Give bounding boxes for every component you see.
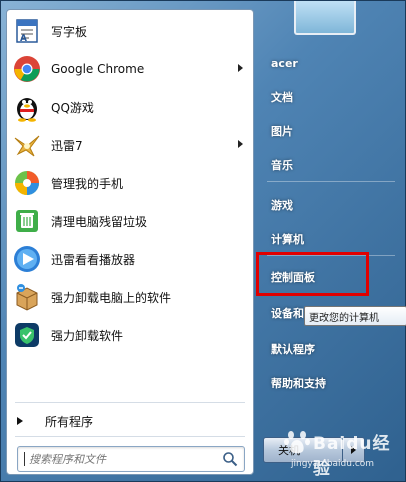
player-icon [11, 243, 43, 275]
svg-text:A: A [20, 34, 27, 44]
program-item-cleaner[interactable]: 清理电脑残留垃圾 [7, 202, 253, 240]
program-label: 清理电脑残留垃圾 [51, 214, 148, 229]
places-item-computer[interactable]: 计算机 [263, 223, 401, 255]
user-avatar[interactable] [294, 1, 356, 35]
places-item-games[interactable]: 游戏 [263, 189, 401, 221]
program-label: 写字板 [51, 24, 88, 39]
start-menu: A 写字板 Google Chrome QQ游戏 迅雷7 管理我的手机 清理电脑… [0, 0, 406, 482]
arrow-right-icon [351, 446, 356, 454]
program-list: A 写字板 Google Chrome QQ游戏 迅雷7 管理我的手机 清理电脑… [7, 12, 253, 354]
program-item-qq-game[interactable]: QQ游戏 [7, 88, 253, 126]
search-box[interactable] [17, 446, 245, 472]
divider [267, 255, 395, 256]
divider [15, 402, 245, 403]
program-item-uninstall-tool[interactable]: 强力卸载软件 [7, 316, 253, 354]
thunder-bird-icon [11, 129, 43, 161]
programs-panel: A 写字板 Google Chrome QQ游戏 迅雷7 管理我的手机 清理电脑… [6, 9, 254, 475]
submenu-arrow-icon[interactable] [238, 140, 243, 148]
places-item-control-panel[interactable]: 控制面板 [263, 261, 401, 293]
tooltip: 更改您的计算机 [304, 306, 406, 326]
divider [15, 436, 245, 437]
shutdown-button[interactable]: 关机 [263, 437, 343, 463]
recycle-bin-icon [11, 205, 43, 237]
program-label: QQ游戏 [51, 100, 94, 115]
chrome-icon [11, 53, 43, 85]
program-item-phone-manager[interactable]: 管理我的手机 [7, 164, 253, 202]
program-label: Google Chrome [51, 62, 145, 76]
places-item-help[interactable]: 帮助和支持 [263, 367, 401, 399]
wordpad-icon: A [11, 15, 43, 47]
divider [267, 181, 395, 182]
shield-uninstall-icon [11, 319, 43, 351]
program-item-thunder[interactable]: 迅雷7 [7, 126, 253, 164]
all-programs-label: 所有程序 [45, 414, 94, 429]
expand-arrow-icon [17, 417, 23, 425]
program-item-wordpad[interactable]: A 写字板 [7, 12, 253, 50]
program-label: 管理我的手机 [51, 176, 124, 191]
places-item-default-programs[interactable]: 默认程序 [263, 333, 401, 365]
program-item-player[interactable]: 迅雷看看播放器 [7, 240, 253, 278]
program-item-uninstall-pc[interactable]: 强力卸载电脑上的软件 [7, 278, 253, 316]
places-item-pictures[interactable]: 图片 [263, 115, 401, 147]
shutdown-options-button[interactable] [343, 437, 365, 463]
program-label: 迅雷看看播放器 [51, 252, 136, 267]
submenu-arrow-icon[interactable] [238, 64, 243, 72]
search-icon[interactable] [222, 451, 238, 467]
places-item-user[interactable]: acer [263, 47, 401, 79]
search-input[interactable] [29, 452, 209, 466]
all-programs-button[interactable]: 所有程序 [7, 408, 253, 434]
program-item-chrome[interactable]: Google Chrome [7, 50, 253, 88]
program-label: 迅雷7 [51, 138, 83, 153]
text-caret [24, 452, 25, 466]
qq-penguin-icon [11, 91, 43, 123]
places-item-documents[interactable]: 文档 [263, 81, 401, 113]
program-label: 强力卸载软件 [51, 328, 124, 343]
phone-manager-icon [11, 167, 43, 199]
places-item-music[interactable]: 音乐 [263, 149, 401, 181]
places-panel: acer 文档 图片 音乐 游戏 计算机 控制面板 设备和 默认程序 帮助和支持 [259, 1, 406, 482]
program-label: 强力卸载电脑上的软件 [51, 290, 172, 305]
uninstall-box-icon [11, 281, 43, 313]
